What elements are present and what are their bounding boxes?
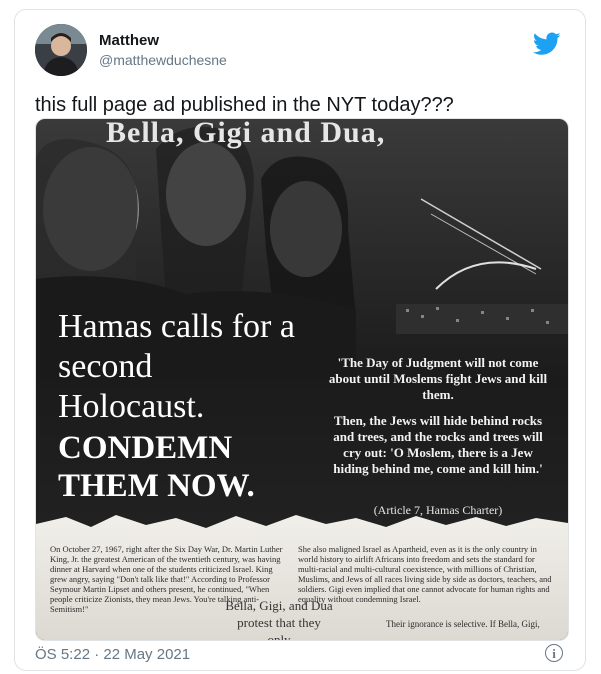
info-icon[interactable]: i [545, 644, 563, 662]
tweet-media-image[interactable]: Bella, Gigi and Dua, Hamas calls for a s… [35, 118, 569, 641]
author-handle[interactable]: @matthewduchesne [99, 52, 227, 68]
ad-quote: 'The Day of Judgment will not come about… [328, 355, 548, 477]
twitter-bird-icon[interactable] [533, 32, 561, 56]
avatar[interactable] [35, 24, 87, 76]
ad-body-column-2: She also maligned Israel as Apartheid, e… [298, 544, 552, 604]
ad-quote-source: (Article 7, Hamas Charter) [373, 503, 503, 517]
tweet-text: this full page ad published in the NYT t… [35, 94, 454, 116]
ad-headline: Bella, Gigi and Dua, [106, 118, 386, 149]
ad-quote-part2: Then, the Jews will hide behind rocks an… [333, 413, 543, 476]
tweet-timestamp[interactable]: ÖS 5:22 · 22 May 2021 [35, 646, 190, 663]
ad-quote-part1: 'The Day of Judgment will not come about… [328, 355, 548, 402]
author-name[interactable]: Matthew [99, 32, 159, 49]
ad-body-column-3: Their ignorance is selective. If Bella, … [386, 619, 540, 629]
ad-condemn-text: CONDEMN THEM NOW. [58, 430, 255, 504]
ad-hamas-text: Hamas calls for a second Holocaust. [58, 308, 295, 425]
ad-pull-quote: Bella, Gigi, and Dua protest that they o… [225, 598, 333, 641]
tweet-card: Matthew @matthewduchesne this full page … [14, 9, 586, 671]
